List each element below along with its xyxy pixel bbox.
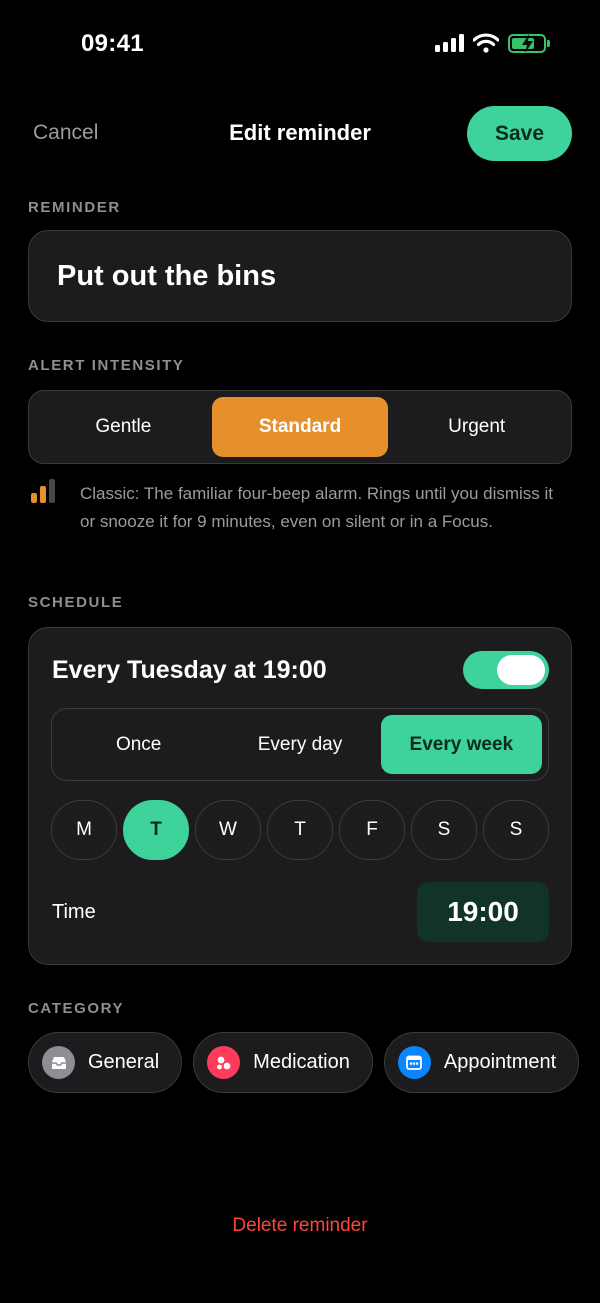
calendar-icon bbox=[397, 1046, 431, 1079]
frequency-option-once[interactable]: Once bbox=[58, 715, 219, 774]
time-label: Time bbox=[52, 901, 96, 923]
toggle-knob bbox=[497, 655, 545, 685]
intensity-option-urgent[interactable]: Urgent bbox=[388, 397, 565, 457]
day-sunday[interactable]: S bbox=[483, 800, 549, 860]
frequency-segmented-control: Once Every day Every week bbox=[51, 708, 549, 781]
day-friday[interactable]: F bbox=[339, 800, 405, 860]
reminder-section-label: REMINDER bbox=[28, 199, 121, 216]
category-chip-appointment[interactable]: Appointment bbox=[383, 1032, 580, 1093]
category-chip-label: Appointment bbox=[443, 1051, 557, 1073]
day-saturday[interactable]: S bbox=[411, 800, 477, 860]
category-chips: General Medication Appointment bbox=[28, 1032, 580, 1093]
category-chip-medication[interactable]: Medication bbox=[193, 1032, 373, 1093]
frequency-option-every-week[interactable]: Every week bbox=[380, 715, 542, 774]
intensity-bars-icon bbox=[31, 479, 55, 503]
status-bar: 09:41 bbox=[0, 0, 600, 90]
schedule-card: Every Tuesday at 19:00 Once Every day Ev… bbox=[28, 627, 572, 965]
status-icons bbox=[435, 33, 550, 53]
day-thursday[interactable]: T bbox=[267, 800, 333, 860]
status-time: 09:41 bbox=[81, 30, 144, 57]
nav-bar: Cancel Edit reminder Save bbox=[0, 106, 600, 162]
wifi-icon bbox=[473, 33, 499, 53]
reminder-input[interactable]: Put out the bins bbox=[28, 230, 572, 322]
battery-charging-icon bbox=[508, 33, 550, 53]
category-chip-general[interactable]: General bbox=[28, 1032, 183, 1093]
intensity-section-label: ALERT INTENSITY bbox=[28, 357, 185, 374]
save-button[interactable]: Save bbox=[467, 106, 572, 161]
intensity-option-standard[interactable]: Standard bbox=[211, 397, 389, 457]
day-monday[interactable]: M bbox=[51, 800, 117, 860]
schedule-section-label: SCHEDULE bbox=[28, 594, 124, 611]
time-picker-button[interactable]: 19:00 bbox=[417, 882, 549, 942]
day-wednesday[interactable]: W bbox=[195, 800, 261, 860]
intensity-segmented-control: Gentle Standard Urgent bbox=[28, 390, 572, 464]
category-chip-label: General bbox=[88, 1051, 160, 1073]
cellular-signal-icon bbox=[435, 34, 464, 52]
intensity-option-gentle[interactable]: Gentle bbox=[35, 397, 212, 457]
schedule-summary: Every Tuesday at 19:00 bbox=[52, 656, 327, 684]
schedule-toggle[interactable] bbox=[463, 651, 549, 689]
day-tuesday[interactable]: T bbox=[123, 800, 189, 860]
tray-icon bbox=[42, 1046, 75, 1079]
pills-icon bbox=[207, 1046, 241, 1079]
weekday-picker: M T W T F S S bbox=[51, 800, 549, 860]
frequency-option-every-day[interactable]: Every day bbox=[219, 715, 380, 774]
intensity-description: Classic: The familiar four-beep alarm. R… bbox=[80, 484, 554, 531]
delete-reminder-button[interactable]: Delete reminder bbox=[0, 1215, 600, 1237]
category-chip-label: Medication bbox=[253, 1051, 350, 1073]
category-section-label: CATEGORY bbox=[28, 1000, 125, 1017]
